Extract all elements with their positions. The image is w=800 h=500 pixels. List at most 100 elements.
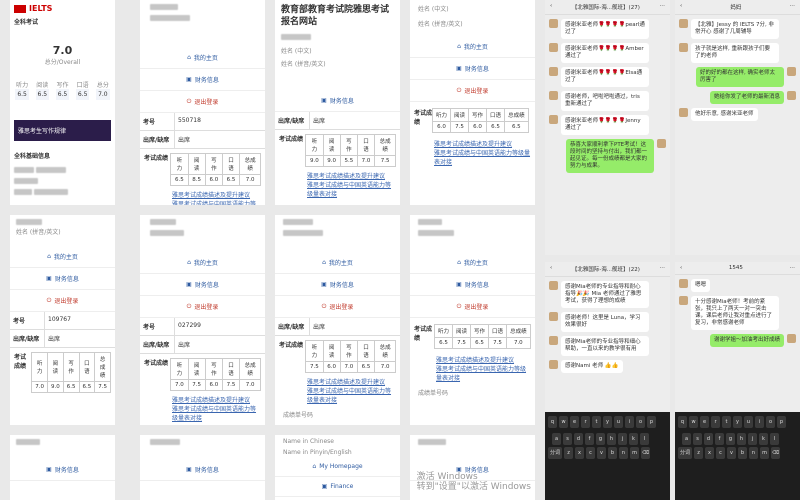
more-icon[interactable]: ⋯ [789,265,795,271]
keyboard[interactable]: qwertyuiop asdfghjkl 分词 z x c v b n m ⌫ [675,412,800,500]
key[interactable]: e [570,416,579,428]
cse-link[interactable]: 雅思考试成绩与中国英语能力等级量表对接 [307,180,396,198]
key[interactable]: c [586,447,595,459]
nav-finance[interactable]: ▣ 财务信息 [410,58,535,80]
key[interactable]: o [766,416,775,428]
key[interactable]: i [755,416,764,428]
key[interactable]: r [581,416,590,428]
nav-finance[interactable]: ▣ 财务信息 [140,69,265,91]
keyboard[interactable]: qwertyuiop asdfghjkl 分词 z x c v b n m ⌫ [545,412,670,500]
nav-logout[interactable]: ⏻ 退出登录 [10,290,115,312]
nav-home[interactable]: ⌂ 我的主页 [140,252,265,274]
key[interactable]: k [759,433,768,445]
key[interactable]: p [647,416,656,428]
key[interactable]: q [678,416,687,428]
key[interactable]: h [607,433,616,445]
back-icon[interactable]: ‹ [550,3,552,11]
key[interactable]: o [636,416,645,428]
key[interactable]: g [596,433,605,445]
key[interactable]: x [575,447,584,459]
key[interactable]: e [700,416,709,428]
key[interactable]: k [629,433,638,445]
score-description-link[interactable]: 雅思考试成绩描述及提升建议 [307,171,396,180]
nav-home[interactable]: ⌂ 我的主页 [275,252,400,274]
nav-logout[interactable]: ⏻ 退出登录 [410,296,535,318]
key[interactable]: c [716,447,725,459]
key[interactable]: 分词 [678,447,692,459]
nav-finance[interactable]: ▣ 财务信息 [410,274,535,296]
key[interactable]: b [738,447,747,459]
nav-finance[interactable]: ▣ 财务信息 [140,459,265,481]
nav-finance[interactable]: ▣ 财务信息 [10,268,115,290]
nav-finance[interactable]: ▣ 财务信息 [140,274,265,296]
key[interactable]: s [693,433,702,445]
score-description-link[interactable]: 雅思考试成绩描述及提升建议 [436,355,531,364]
key[interactable]: t [592,416,601,428]
nav-finance[interactable]: ▣ 财务信息 [275,274,400,296]
key[interactable]: n [619,447,628,459]
nav-home[interactable]: ⌂ 我的主页 [410,252,535,274]
promo-banner[interactable]: 雅思考生写作规律 [14,120,111,141]
key[interactable]: g [726,433,735,445]
cse-link[interactable]: 雅思考试成绩与中国英语能力等级量表对接 [434,148,531,166]
key[interactable]: a [682,433,691,445]
nav-logout[interactable]: ⏻ 退出登录 [410,80,535,102]
nav-home[interactable]: ⌂ 我的主页 [140,47,265,69]
nav-home-en[interactable]: ⌂ My Homepage [275,457,400,477]
key[interactable]: w [689,416,698,428]
key[interactable]: v [597,447,606,459]
key[interactable]: r [711,416,720,428]
key[interactable]: u [614,416,623,428]
key[interactable]: m [760,447,769,459]
score-description-link[interactable]: 雅思考试成绩描述及提升建议 [434,139,531,148]
key[interactable]: m [630,447,639,459]
key[interactable]: z [564,447,573,459]
key[interactable]: z [694,447,703,459]
more-icon[interactable]: ⋯ [659,3,665,11]
nav-home[interactable]: ⌂ 我的主页 [410,36,535,58]
key[interactable]: j [748,433,757,445]
more-icon[interactable]: ⋯ [659,265,665,273]
key[interactable]: b [608,447,617,459]
key[interactable]: w [559,416,568,428]
key[interactable]: u [744,416,753,428]
key[interactable]: f [585,433,594,445]
key[interactable]: 分词 [548,447,562,459]
key[interactable]: y [603,416,612,428]
back-icon[interactable]: ‹ [680,3,682,11]
key[interactable]: d [574,433,583,445]
score-description-link[interactable]: 雅思考试成绩描述及提升建议 [172,395,261,404]
cse-link[interactable]: 雅思考试成绩与中国英语能力等级量表对接 [436,364,531,382]
key[interactable]: t [722,416,731,428]
key[interactable]: a [552,433,561,445]
key[interactable]: y [733,416,742,428]
key[interactable]: l [770,433,779,445]
more-icon[interactable]: ⋯ [790,3,796,11]
nav-finance[interactable]: ▣ 财务信息 [275,90,400,112]
nav-logout[interactable]: ⏻ 退出登录 [140,91,265,113]
back-icon[interactable]: ‹ [680,265,682,271]
key[interactable]: j [618,433,627,445]
cse-link[interactable]: 雅思考试成绩与中国英语能力等级量表对接 [172,404,261,422]
key[interactable]: f [715,433,724,445]
key[interactable]: q [548,416,557,428]
score-description-link[interactable]: 雅思考试成绩描述及提升建议 [307,377,396,386]
key[interactable]: ⌫ [641,447,650,459]
nav-logout[interactable]: ⏻ 退出登录 [140,296,265,318]
score-description-link[interactable]: 雅思考试成绩描述及提升建议 [172,190,261,199]
cse-link[interactable]: 雅思考试成绩与中国英语能力等级量表对接 [172,199,261,205]
key[interactable]: l [640,433,649,445]
key[interactable]: i [625,416,634,428]
key[interactable]: h [737,433,746,445]
cse-link[interactable]: 雅思考试成绩与中国英语能力等级量表对接 [307,386,396,404]
key[interactable]: x [705,447,714,459]
key[interactable]: d [704,433,713,445]
nav-logout[interactable]: ⏻ 退出登录 [275,296,400,318]
key[interactable]: s [563,433,572,445]
key[interactable]: p [777,416,786,428]
nav-finance-en[interactable]: ▣ Finance [275,477,400,497]
nav-home[interactable]: ⌂ 我的主页 [10,246,115,268]
key[interactable]: ⌫ [771,447,780,459]
back-icon[interactable]: ‹ [550,265,552,273]
key[interactable]: v [727,447,736,459]
